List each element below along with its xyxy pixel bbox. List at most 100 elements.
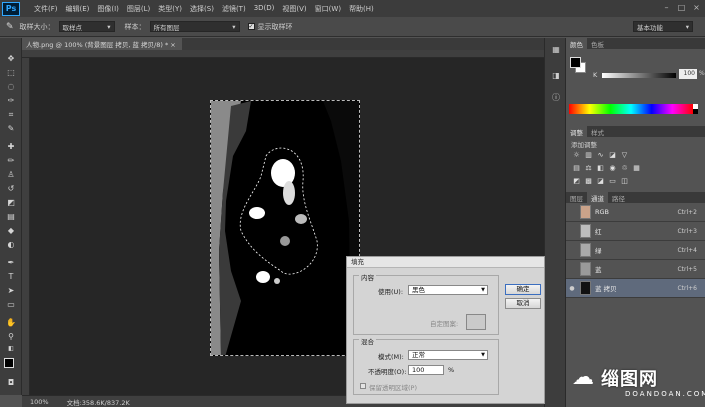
black-white-icon[interactable]: ◧ [596,164,605,172]
history-brush-icon[interactable]: ↺ [4,184,18,194]
blending-group-label: 混合 [359,336,376,346]
foreground-color-swatch[interactable] [4,358,14,368]
brightness-icon[interactable]: ☼ [572,151,581,159]
tab-swatches[interactable]: 色板 [587,38,608,49]
hue-saturation-icon[interactable]: ▤ [572,164,581,172]
channel-mixer-icon[interactable]: ♲ [620,164,629,172]
menu-item[interactable]: 图层(L) [127,4,150,14]
k-channel-slider[interactable] [602,73,676,78]
opacity-unit: % [448,366,455,374]
type-tool-icon[interactable]: T [4,272,18,282]
channel-thumbnail [580,205,591,219]
menu-item[interactable]: 3D(D) [254,4,275,14]
eraser-tool-icon[interactable]: ◩ [4,198,18,208]
rectangle-tool-icon[interactable]: ▭ [4,300,18,310]
menu-item[interactable]: 选择(S) [190,4,214,14]
horizontal-ruler [22,50,544,58]
invert-icon[interactable]: ◩ [572,177,581,185]
ok-button[interactable]: 确定 [505,284,541,295]
sample-size-select[interactable]: 取样点 ▾ [58,21,115,32]
zoom-tool-icon[interactable]: ⚲ [4,332,18,342]
color-lookup-icon[interactable]: ▦ [632,164,641,172]
dodge-tool-icon[interactable]: ◐ [4,240,18,250]
menu-item[interactable]: 窗口(W) [315,4,341,14]
sample-select[interactable]: 所有图层 ▾ [149,21,240,32]
hand-tool-icon[interactable]: ✋ [4,318,18,328]
marquee-tool-icon[interactable]: ⬚ [4,68,18,78]
cancel-button[interactable]: 取消 [505,298,541,309]
tab-color[interactable]: 颜色 [566,38,587,49]
menu-item[interactable]: 滤镜(T) [222,4,246,14]
levels-icon[interactable]: ▥ [584,151,593,159]
tab-layers[interactable]: 图层 [566,192,587,203]
menu-item[interactable]: 视图(V) [282,4,306,14]
path-select-icon[interactable]: ➤ [4,286,18,296]
selective-color-icon[interactable]: ◫ [620,177,629,185]
opacity-input[interactable]: 100 [408,365,444,375]
chevron-down-icon: ▾ [107,22,111,31]
channel-row[interactable]: 红 Ctrl+3 [566,222,705,241]
crop-tool-icon[interactable]: ⌗ [4,110,18,120]
show-ring-checkbox[interactable]: ✓ [247,23,255,30]
tab-channels[interactable]: 通道 [587,192,608,203]
info-panel-icon[interactable]: ⓘ [550,92,562,104]
document-tab[interactable]: 人物.png @ 100% (背景图层 拷贝, 蓝 拷贝/8) * × [22,38,182,50]
gradient-tool-icon[interactable]: ▤ [4,212,18,222]
color-spectrum[interactable] [569,104,693,114]
eyedropper-tool-icon[interactable]: ✎ [6,22,14,32]
curves-icon[interactable]: ∿ [596,151,605,159]
color-balance-icon[interactable]: ⚖ [584,164,593,172]
healing-brush-icon[interactable]: ✚ [4,142,18,152]
close-icon[interactable]: × [692,3,701,12]
quick-select-tool-icon[interactable]: ✑ [4,96,18,106]
document-info[interactable]: 文档:358.6K/837.2K [67,397,130,407]
exposure-icon[interactable]: ◪ [608,151,617,159]
eye-icon[interactable]: ● [566,285,578,292]
dialog-title[interactable]: 填充 [347,257,544,268]
tab-paths[interactable]: 路径 [608,192,629,203]
preserve-transparency-checkbox[interactable] [360,383,366,389]
black-white-swatch[interactable] [693,104,698,114]
minimize-icon[interactable]: – [662,3,671,12]
default-colors-icon[interactable]: ◧ [4,344,18,354]
eyedropper-icon[interactable]: ✎ [4,124,18,134]
workspace-select[interactable]: 基本功能 ▾ [633,21,693,32]
quick-mask-icon[interactable]: ◘ [4,378,18,388]
threshold-icon[interactable]: ◪ [596,177,605,185]
posterize-icon[interactable]: ▩ [584,177,593,185]
adjustments-title: 添加调整 [571,141,597,149]
clone-stamp-icon[interactable]: ♙ [4,170,18,180]
channel-row[interactable]: ● 蓝 拷贝 Ctrl+6 [566,279,705,298]
document-image[interactable] [210,100,360,356]
menu-item[interactable]: 类型(Y) [158,4,182,14]
history-panel-icon[interactable]: ▦ [550,44,562,56]
lasso-tool-icon[interactable]: ◌ [4,82,18,92]
tab-adjustments[interactable]: 调整 [566,126,587,137]
photo-filter-icon[interactable]: ◉ [608,164,617,172]
menu-item[interactable]: 文件(F) [34,4,58,14]
color-panel-foreground[interactable] [570,57,581,68]
window-controls: – □ × [662,3,701,12]
move-tool-icon[interactable]: ✥ [4,54,18,64]
pen-tool-icon[interactable]: ✒ [4,258,18,268]
menu-item[interactable]: 编辑(E) [66,4,90,14]
channel-shortcut: Ctrl+6 [677,284,697,292]
gradient-map-icon[interactable]: ▭ [608,177,617,185]
blur-tool-icon[interactable]: ◆ [4,226,18,236]
mode-select[interactable]: 正常 ▼ [408,350,488,360]
maximize-icon[interactable]: □ [677,3,686,12]
brush-tool-icon[interactable]: ✏ [4,156,18,166]
properties-panel-icon[interactable]: ◨ [550,70,562,82]
zoom-level[interactable]: 100% [30,398,49,406]
custom-pattern-picker[interactable] [466,314,486,330]
channel-row[interactable]: 蓝 Ctrl+5 [566,260,705,279]
k-channel-value[interactable]: 100 [679,69,697,79]
use-select[interactable]: 黑色 ▼ [408,285,488,295]
vibrance-icon[interactable]: ▽ [620,151,629,159]
menu-item[interactable]: 图像(I) [97,4,119,14]
channel-row[interactable]: 绿 Ctrl+4 [566,241,705,260]
menu-item[interactable]: 帮助(H) [349,4,374,14]
tab-styles[interactable]: 样式 [587,126,608,137]
channel-name: RGB [595,208,610,216]
channel-row[interactable]: RGB Ctrl+2 [566,203,705,222]
